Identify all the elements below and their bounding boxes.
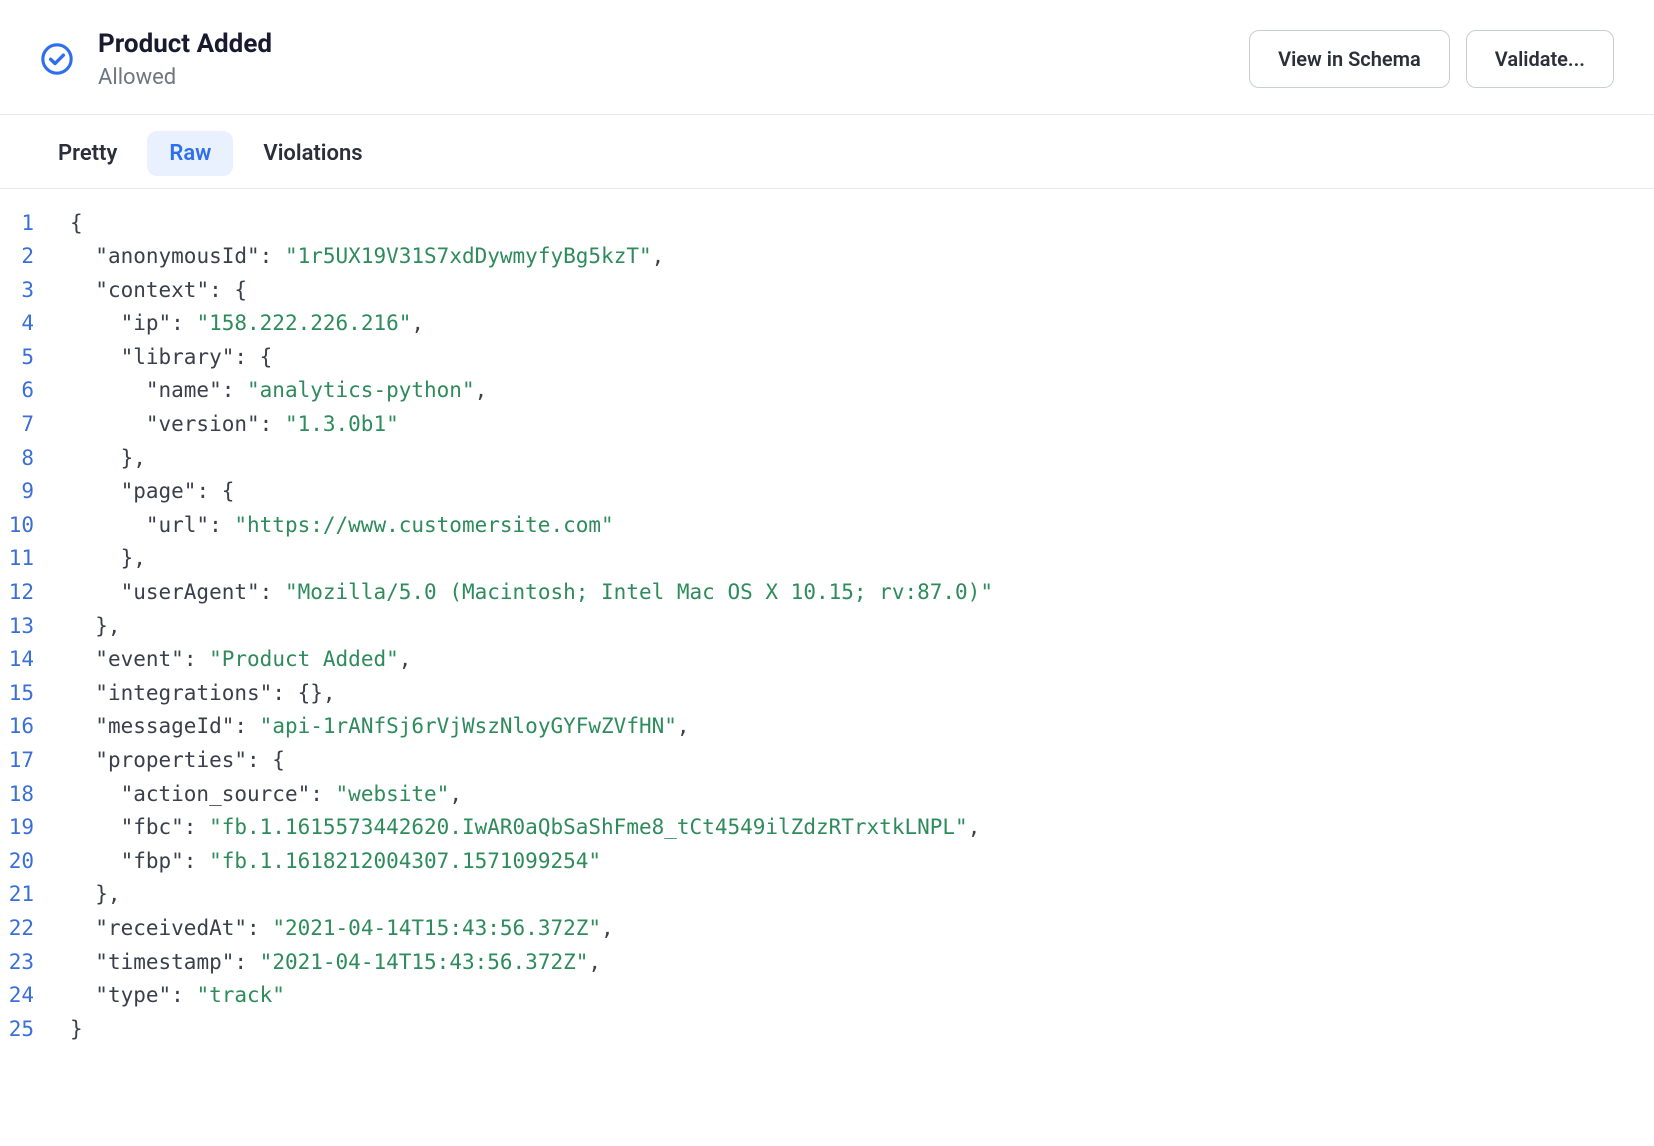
code-line: 3 "context": { <box>0 274 1654 308</box>
line-number: 1 <box>0 207 70 241</box>
line-number: 11 <box>0 542 70 576</box>
line-content: "event": "Product Added", <box>70 643 1654 677</box>
line-number: 17 <box>0 744 70 778</box>
line-number: 13 <box>0 610 70 644</box>
line-content: "context": { <box>70 274 1654 308</box>
code-line: 4 "ip": "158.222.226.216", <box>0 307 1654 341</box>
line-number: 6 <box>0 374 70 408</box>
code-line: 8 }, <box>0 442 1654 476</box>
line-content: "ip": "158.222.226.216", <box>70 307 1654 341</box>
status-icon-wrap <box>40 42 74 76</box>
line-content: }, <box>70 542 1654 576</box>
tab-violations[interactable]: Violations <box>241 131 384 176</box>
line-number: 16 <box>0 710 70 744</box>
code-line: 11 }, <box>0 542 1654 576</box>
line-content: "timestamp": "2021-04-14T15:43:56.372Z", <box>70 946 1654 980</box>
line-number: 9 <box>0 475 70 509</box>
validate-button[interactable]: Validate... <box>1466 30 1614 88</box>
line-number: 25 <box>0 1013 70 1047</box>
line-number: 8 <box>0 442 70 476</box>
line-number: 15 <box>0 677 70 711</box>
code-line: 5 "library": { <box>0 341 1654 375</box>
line-content: }, <box>70 878 1654 912</box>
tab-raw[interactable]: Raw <box>147 131 233 176</box>
line-content: "receivedAt": "2021-04-14T15:43:56.372Z"… <box>70 912 1654 946</box>
line-content: "type": "track" <box>70 979 1654 1013</box>
line-content: "integrations": {}, <box>70 677 1654 711</box>
line-content: "userAgent": "Mozilla/5.0 (Macintosh; In… <box>70 576 1654 610</box>
line-content: "fbc": "fb.1.1615573442620.IwAR0aQbSaShF… <box>70 811 1654 845</box>
page-title: Product Added <box>98 28 1249 61</box>
line-content: "name": "analytics-python", <box>70 374 1654 408</box>
line-number: 21 <box>0 878 70 912</box>
code-line: 24 "type": "track" <box>0 979 1654 1013</box>
code-viewer: 1{2 "anonymousId": "1r5UX19V31S7xdDywmyf… <box>0 189 1654 1087</box>
line-number: 18 <box>0 778 70 812</box>
code-line: 21 }, <box>0 878 1654 912</box>
line-number: 2 <box>0 240 70 274</box>
header-titles: Product Added Allowed <box>98 28 1249 90</box>
line-number: 12 <box>0 576 70 610</box>
code-line: 16 "messageId": "api-1rANfSj6rVjWszNloyG… <box>0 710 1654 744</box>
line-number: 20 <box>0 845 70 879</box>
line-content: } <box>70 1013 1654 1047</box>
line-number: 24 <box>0 979 70 1013</box>
code-line: 20 "fbp": "fb.1.1618212004307.1571099254… <box>0 845 1654 879</box>
line-content: "anonymousId": "1r5UX19V31S7xdDywmyfyBg5… <box>70 240 1654 274</box>
line-number: 3 <box>0 274 70 308</box>
code-line: 19 "fbc": "fb.1.1615573442620.IwAR0aQbSa… <box>0 811 1654 845</box>
line-number: 4 <box>0 307 70 341</box>
code-line: 9 "page": { <box>0 475 1654 509</box>
code-line: 2 "anonymousId": "1r5UX19V31S7xdDywmyfyB… <box>0 240 1654 274</box>
line-content: "messageId": "api-1rANfSj6rVjWszNloyGYFw… <box>70 710 1654 744</box>
line-content: "fbp": "fb.1.1618212004307.1571099254" <box>70 845 1654 879</box>
code-line: 18 "action_source": "website", <box>0 778 1654 812</box>
line-content: "version": "1.3.0b1" <box>70 408 1654 442</box>
view-schema-button[interactable]: View in Schema <box>1249 30 1450 88</box>
code-line: 15 "integrations": {}, <box>0 677 1654 711</box>
line-number: 10 <box>0 509 70 543</box>
line-content: "action_source": "website", <box>70 778 1654 812</box>
code-line: 22 "receivedAt": "2021-04-14T15:43:56.37… <box>0 912 1654 946</box>
code-line: 14 "event": "Product Added", <box>0 643 1654 677</box>
tab-pretty[interactable]: Pretty <box>36 131 139 176</box>
code-line: 1{ <box>0 207 1654 241</box>
code-line: 7 "version": "1.3.0b1" <box>0 408 1654 442</box>
check-circle-icon <box>40 42 74 76</box>
line-number: 14 <box>0 643 70 677</box>
line-content: "library": { <box>70 341 1654 375</box>
code-line: 13 }, <box>0 610 1654 644</box>
line-number: 5 <box>0 341 70 375</box>
page-subtitle: Allowed <box>98 65 1249 90</box>
line-content: }, <box>70 610 1654 644</box>
line-content: }, <box>70 442 1654 476</box>
line-number: 23 <box>0 946 70 980</box>
code-line: 10 "url": "https://www.customersite.com" <box>0 509 1654 543</box>
tabs: Pretty Raw Violations <box>0 115 1654 189</box>
header-actions: View in Schema Validate... <box>1249 30 1614 88</box>
line-number: 22 <box>0 912 70 946</box>
code-line: 12 "userAgent": "Mozilla/5.0 (Macintosh;… <box>0 576 1654 610</box>
code-line: 17 "properties": { <box>0 744 1654 778</box>
code-line: 25} <box>0 1013 1654 1047</box>
line-content: "page": { <box>70 475 1654 509</box>
header: Product Added Allowed View in Schema Val… <box>0 0 1654 115</box>
code-line: 6 "name": "analytics-python", <box>0 374 1654 408</box>
line-content: "properties": { <box>70 744 1654 778</box>
line-content: { <box>70 207 1654 241</box>
line-number: 7 <box>0 408 70 442</box>
line-number: 19 <box>0 811 70 845</box>
code-line: 23 "timestamp": "2021-04-14T15:43:56.372… <box>0 946 1654 980</box>
line-content: "url": "https://www.customersite.com" <box>70 509 1654 543</box>
